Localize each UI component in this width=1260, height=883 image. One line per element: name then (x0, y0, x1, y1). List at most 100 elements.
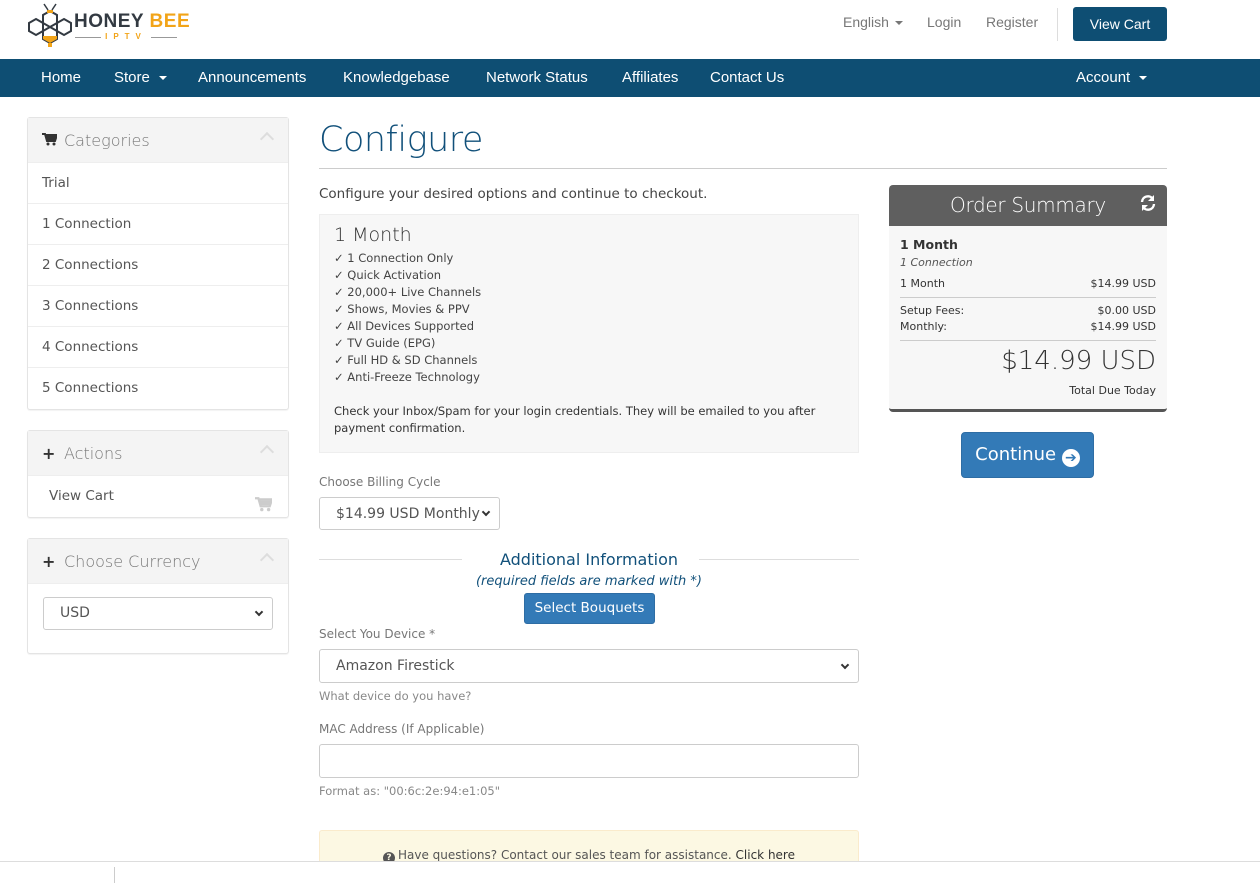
caret-down-icon (158, 76, 167, 81)
category-3-connections[interactable]: 3 Connections (28, 286, 288, 327)
feature-item: ✓ Anti-Freeze Technology (334, 370, 480, 384)
brand-name-y: Y (130, 11, 144, 32)
nav-store[interactable]: Store (114, 59, 167, 97)
mac-address-help: Format as: "00:6c:2e:94:e1:05" (319, 784, 501, 798)
total-due-amount: $14.99 USD (1001, 346, 1156, 376)
currency-select[interactable]: USD (43, 597, 273, 630)
brand-sub: IPTV (75, 32, 177, 42)
product-name: 1 Month (334, 224, 412, 246)
sales-help-message: Have questions? Contact our sales team f… (398, 848, 732, 862)
summary-product-name: 1 Month (900, 237, 958, 252)
action-view-cart[interactable]: View Cart (28, 476, 288, 517)
page-title: Configure (319, 120, 483, 160)
product-features: ✓ 1 Connection Only ✓ Quick Activation ✓… (334, 250, 481, 386)
nav-knowledgebase[interactable]: Knowledgebase (343, 59, 450, 97)
actions-title-text: Actions (64, 444, 123, 463)
billing-cycle-select[interactable]: $14.99 USD Monthly (319, 497, 500, 530)
currency-title-text: Choose Currency (64, 552, 201, 571)
category-trial[interactable]: Trial (28, 163, 288, 204)
brand-name-bee: BEE (149, 11, 191, 32)
billing-cycle-label: Choose Billing Cycle (319, 475, 441, 489)
currency-select-value: USD (60, 605, 90, 621)
monthly-value: $14.99 USD (1090, 320, 1157, 333)
device-select-value: Amazon Firestick (336, 658, 455, 674)
feature-item: ✓ 1 Connection Only (334, 251, 454, 265)
actions-panel: + Actions View Cart (27, 430, 289, 518)
language-dropdown[interactable]: English (843, 14, 903, 30)
currency-panel: + Choose Currency USD (27, 538, 289, 654)
language-label: English (843, 14, 889, 30)
bee-hive-icon (28, 3, 72, 47)
category-4-connections[interactable]: 4 Connections (28, 327, 288, 368)
intro-text: Configure your desired options and conti… (319, 186, 708, 202)
footer-divider (0, 861, 1260, 862)
title-divider (319, 168, 1167, 169)
mac-address-label: MAC Address (If Applicable) (319, 722, 485, 736)
brand-logo[interactable]: HONEY BEE IPTV (27, 2, 190, 48)
category-1-connection[interactable]: 1 Connection (28, 204, 288, 245)
category-5-connections[interactable]: 5 Connections (28, 368, 288, 409)
summary-divider (900, 297, 1156, 298)
currency-panel-header[interactable]: + Choose Currency (28, 539, 288, 584)
summary-divider (900, 340, 1156, 341)
actions-title: + Actions (42, 444, 122, 463)
continue-label: Continue (975, 444, 1057, 465)
sales-help-link[interactable]: Click here (736, 848, 795, 862)
main-navbar: Home Store Announcements Knowledgebase N… (0, 59, 1260, 97)
login-link[interactable]: Login (927, 14, 961, 30)
view-cart-button[interactable]: View Cart (1073, 7, 1167, 41)
nav-account-label: Account (1076, 69, 1131, 86)
summary-line-label: 1 Month (900, 277, 945, 290)
required-fields-note: (required fields are marked with *) (475, 574, 703, 589)
summary-monthly: Monthly: $14.99 USD (900, 320, 1156, 333)
refresh-icon[interactable] (1139, 194, 1157, 212)
product-info-box: 1 Month ✓ 1 Connection Only ✓ Quick Acti… (319, 214, 859, 453)
actions-panel-header[interactable]: + Actions (28, 431, 288, 476)
continue-button[interactable]: Continue ➔ (961, 432, 1094, 478)
feature-item: ✓ TV Guide (EPG) (334, 336, 436, 350)
nav-account[interactable]: Account (1076, 59, 1148, 97)
brand-name-honey: HON (74, 11, 118, 32)
chevron-up-icon[interactable] (259, 131, 275, 147)
nav-store-label: Store (114, 69, 150, 86)
chevron-up-icon[interactable] (259, 444, 275, 460)
setup-fees-value: $0.00 USD (1097, 304, 1157, 317)
mac-address-input[interactable] (319, 744, 859, 778)
additional-info-title: Additional Information (499, 550, 679, 569)
summary-line-item: 1 Month $14.99 USD (900, 277, 1156, 290)
billing-cycle-value: $14.99 USD Monthly (336, 506, 480, 522)
chevron-up-icon[interactable] (259, 552, 275, 568)
feature-item: ✓ All Devices Supported (334, 319, 475, 333)
category-2-connections[interactable]: 2 Connections (28, 245, 288, 286)
feature-item: ✓ Shows, Movies & PPV (334, 302, 470, 316)
feature-item: ✓ Full HD & SD Channels (334, 353, 478, 367)
brand-name-e: E (117, 11, 131, 32)
caret-down-icon (894, 21, 903, 26)
device-label: Select You Device * (319, 627, 436, 641)
nav-announcements[interactable]: Announcements (198, 59, 306, 97)
order-summary: Order Summary 1 Month 1 Connection 1 Mon… (889, 185, 1167, 412)
footer (0, 862, 1260, 883)
product-note: Check your Inbox/Spam for your login cre… (334, 404, 816, 435)
currency-title: + Choose Currency (42, 552, 201, 571)
chevron-down-icon (481, 507, 491, 517)
nav-home[interactable]: Home (41, 59, 81, 97)
caret-down-icon (1139, 76, 1148, 81)
categories-title: Categories (42, 131, 150, 150)
header-divider (1057, 8, 1058, 41)
categories-panel: Categories Trial 1 Connection 2 Connecti… (27, 117, 289, 410)
plus-icon: + (42, 552, 56, 571)
select-bouquets-button[interactable]: Select Bouquets (524, 593, 655, 624)
feature-item: ✓ 20,000+ Live Channels (334, 285, 482, 299)
device-select[interactable]: Amazon Firestick (319, 649, 859, 683)
footer-separator (114, 867, 115, 883)
register-link[interactable]: Register (986, 14, 1038, 30)
feature-item: ✓ Quick Activation (334, 268, 442, 282)
nav-network-status[interactable]: Network Status (486, 59, 588, 97)
nav-contact-us[interactable]: Contact Us (710, 59, 784, 97)
categories-panel-header[interactable]: Categories (28, 118, 288, 163)
nav-affiliates[interactable]: Affiliates (622, 59, 678, 97)
order-summary-header: Order Summary (889, 185, 1167, 226)
setup-fees-label: Setup Fees: (900, 304, 965, 317)
cart-icon (42, 131, 59, 150)
